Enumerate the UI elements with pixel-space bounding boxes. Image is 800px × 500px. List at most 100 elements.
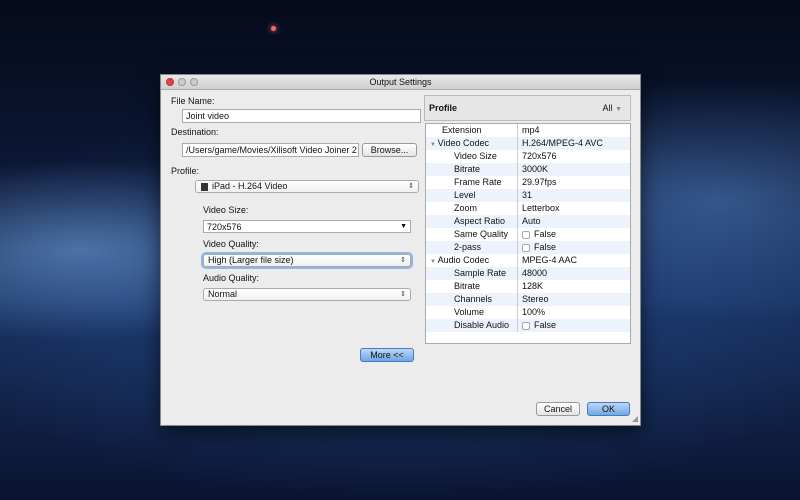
property-value[interactable]: MPEG-4 AAC — [518, 254, 577, 267]
table-row[interactable]: Channels Stereo — [426, 293, 630, 306]
property-value-text: 29.97fps — [522, 177, 557, 187]
resize-grip-icon[interactable]: ◢ — [632, 414, 638, 423]
property-value[interactable]: 48000 — [518, 267, 547, 280]
zoom-button[interactable] — [190, 78, 198, 86]
property-key: ▼ Audio Codec — [426, 254, 518, 267]
chevron-down-icon[interactable]: ▼ — [400, 221, 407, 232]
output-settings-window: Output Settings File Name: Joint video D… — [160, 74, 641, 426]
property-key: Channels — [426, 293, 518, 306]
table-row[interactable]: Same Quality False — [426, 228, 630, 241]
video-quality-label: Video Quality: — [203, 239, 259, 249]
table-row[interactable]: ▼ Audio Codec MPEG-4 AAC — [426, 254, 630, 267]
audio-quality-select[interactable]: Normal ⇕ — [203, 288, 411, 301]
property-key-text: Frame Rate — [454, 177, 502, 187]
table-row[interactable]: Sample Rate 48000 — [426, 267, 630, 280]
property-value[interactable]: 100% — [518, 306, 545, 319]
property-value[interactable]: mp4 — [518, 124, 540, 137]
property-key-text: Disable Audio — [454, 320, 510, 330]
updown-icon: ⇕ — [400, 257, 406, 264]
property-key: Zoom — [426, 202, 518, 215]
property-key: Same Quality — [426, 228, 518, 241]
table-row[interactable]: 2-pass False — [426, 241, 630, 254]
property-value[interactable]: 720x576 — [518, 150, 557, 163]
minimize-button[interactable] — [178, 78, 186, 86]
profile-value: iPad - H.264 Video — [212, 181, 288, 191]
property-key-text: Aspect Ratio — [454, 216, 506, 226]
table-row[interactable]: ▼ Video Codec H.264/MPEG-4 AVC — [426, 137, 630, 150]
property-value[interactable]: 128K — [518, 280, 543, 293]
property-key-text: Same Quality — [454, 229, 509, 239]
browse-button[interactable]: Browse... — [362, 143, 417, 157]
table-row[interactable]: Video Size 720x576 — [426, 150, 630, 163]
ipad-icon — [201, 183, 208, 191]
table-row[interactable]: Bitrate 3000K — [426, 163, 630, 176]
table-row[interactable]: Aspect Ratio Auto — [426, 215, 630, 228]
property-value-text: MPEG-4 AAC — [522, 255, 578, 265]
property-key-text: Channels — [454, 294, 493, 304]
property-key: Aspect Ratio — [426, 215, 518, 228]
checkbox[interactable] — [522, 230, 530, 239]
property-value[interactable]: 31 — [518, 189, 532, 202]
table-row[interactable]: Bitrate 128K — [426, 280, 630, 293]
more-button[interactable]: More << — [360, 348, 414, 362]
table-row[interactable]: Zoom Letterbox — [426, 202, 630, 215]
video-quality-select[interactable]: High (Larger file size) ⇕ — [203, 254, 411, 267]
property-value-text: 128K — [522, 281, 544, 291]
profile-label: Profile: — [171, 166, 200, 176]
close-button[interactable] — [166, 78, 174, 86]
title-bar[interactable]: Output Settings — [161, 75, 640, 90]
profile-header: Profile All ▼ — [424, 95, 631, 121]
property-value[interactable]: False — [518, 241, 556, 254]
property-value-text: H.264/MPEG-4 AVC — [522, 138, 603, 148]
property-key: Disable Audio — [426, 319, 518, 332]
property-value[interactable]: H.264/MPEG-4 AVC — [518, 137, 603, 150]
property-value[interactable]: Stereo — [518, 293, 549, 306]
filter-value: All — [602, 103, 613, 113]
property-key: Extension — [426, 124, 518, 137]
video-size-value: 720x576 — [207, 222, 242, 232]
property-value-text: False — [534, 242, 557, 252]
property-key: Bitrate — [426, 163, 518, 176]
disclosure-triangle-icon[interactable]: ▼ — [430, 259, 438, 265]
property-key: Sample Rate — [426, 267, 518, 280]
property-key-text: Volume — [454, 307, 485, 317]
ok-button[interactable]: OK — [587, 402, 630, 416]
property-value[interactable]: Auto — [518, 215, 541, 228]
property-value[interactable]: 3000K — [518, 163, 548, 176]
table-row[interactable]: Volume 100% — [426, 306, 630, 319]
property-value-text: 3000K — [522, 164, 549, 174]
property-key-text: Extension — [442, 125, 482, 135]
disclosure-triangle-icon[interactable]: ▼ — [430, 142, 438, 148]
table-row[interactable]: Disable Audio False — [426, 319, 630, 332]
property-key-text: Level — [454, 190, 476, 200]
property-value-text: 100% — [522, 307, 546, 317]
property-key-text: Video Size — [454, 151, 497, 161]
profile-select[interactable]: iPad - H.264 Video ⇕ — [195, 180, 419, 193]
profile-header-title: Profile — [429, 103, 458, 113]
property-value-text: 48000 — [522, 268, 548, 278]
table-row[interactable]: Level 31 — [426, 189, 630, 202]
video-size-label: Video Size: — [203, 205, 249, 215]
table-row[interactable]: Extension mp4 — [426, 124, 630, 137]
property-key-text: Zoom — [454, 203, 478, 213]
file-name-input[interactable]: Joint video — [182, 109, 421, 123]
updown-icon: ⇕ — [400, 291, 406, 298]
property-value[interactable]: 29.97fps — [518, 176, 557, 189]
destination-input[interactable]: /Users/game/Movies/Xilisoft Video Joiner… — [182, 143, 359, 157]
checkbox[interactable] — [522, 321, 530, 330]
video-size-combo[interactable]: 720x576 ▼ — [203, 220, 411, 233]
table-row[interactable]: Frame Rate 29.97fps — [426, 176, 630, 189]
property-value[interactable]: False — [518, 319, 556, 332]
property-value-text: Auto — [522, 216, 541, 226]
property-value[interactable]: Letterbox — [518, 202, 560, 215]
property-key: Level — [426, 189, 518, 202]
property-value[interactable]: False — [518, 228, 556, 241]
checkbox[interactable] — [522, 243, 530, 252]
property-key-text: Sample Rate — [454, 268, 507, 278]
window-title: Output Settings — [369, 77, 432, 87]
property-value-text: 720x576 — [522, 151, 557, 161]
property-key-text: Video Codec — [437, 138, 489, 148]
cancel-button[interactable]: Cancel — [536, 402, 580, 416]
property-key-text: 2-pass — [454, 242, 482, 252]
filter-dropdown[interactable]: All ▼ — [603, 103, 622, 113]
